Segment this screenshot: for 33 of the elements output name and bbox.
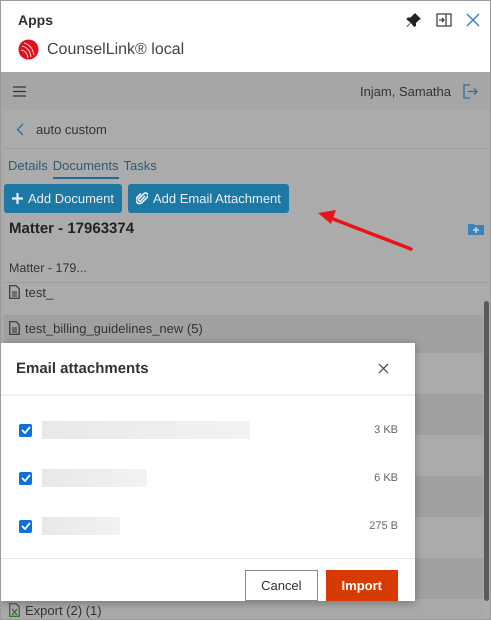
plus-icon <box>12 193 23 204</box>
logo-icon <box>18 39 39 60</box>
pin-icon[interactable] <box>406 12 422 28</box>
tab[interactable]: Details <box>8 158 48 179</box>
breadcrumb-title: auto custom <box>36 122 107 136</box>
window-title: Apps <box>18 12 53 28</box>
dialog-button[interactable]: Cancel <box>245 570 318 601</box>
file-size: 6 KB <box>374 472 398 484</box>
action-button[interactable]: Add Document <box>4 184 122 213</box>
action-button[interactable]: Add Email Attachment <box>128 184 289 213</box>
menu-icon[interactable] <box>13 86 26 96</box>
checkbox[interactable] <box>19 472 32 484</box>
app-name: CounselLink® local <box>47 40 184 58</box>
checkbox[interactable] <box>19 424 32 436</box>
spreadsheet-icon <box>9 603 20 617</box>
scrollbar[interactable] <box>484 301 489 601</box>
document-icon <box>9 321 20 335</box>
tab[interactable]: Documents <box>52 158 118 179</box>
close-icon[interactable] <box>378 363 389 374</box>
tab[interactable]: Tasks <box>124 158 157 179</box>
file-size: 275 B <box>369 520 398 532</box>
matter-title: Matter - 17963374 <box>9 220 134 237</box>
add-folder-icon[interactable] <box>468 222 484 235</box>
checkbox[interactable] <box>19 520 32 532</box>
dock-icon[interactable] <box>436 13 452 27</box>
document-icon <box>9 285 20 299</box>
dialog-button[interactable]: Import <box>326 570 398 601</box>
dialog-title: Email attachments <box>16 360 149 377</box>
close-icon[interactable] <box>466 13 480 27</box>
file-size: 3 KB <box>374 424 398 436</box>
paperclip-icon <box>136 192 148 205</box>
user-name: Injam, Samatha <box>360 84 451 98</box>
folder-label: Matter - 179... <box>9 261 87 275</box>
